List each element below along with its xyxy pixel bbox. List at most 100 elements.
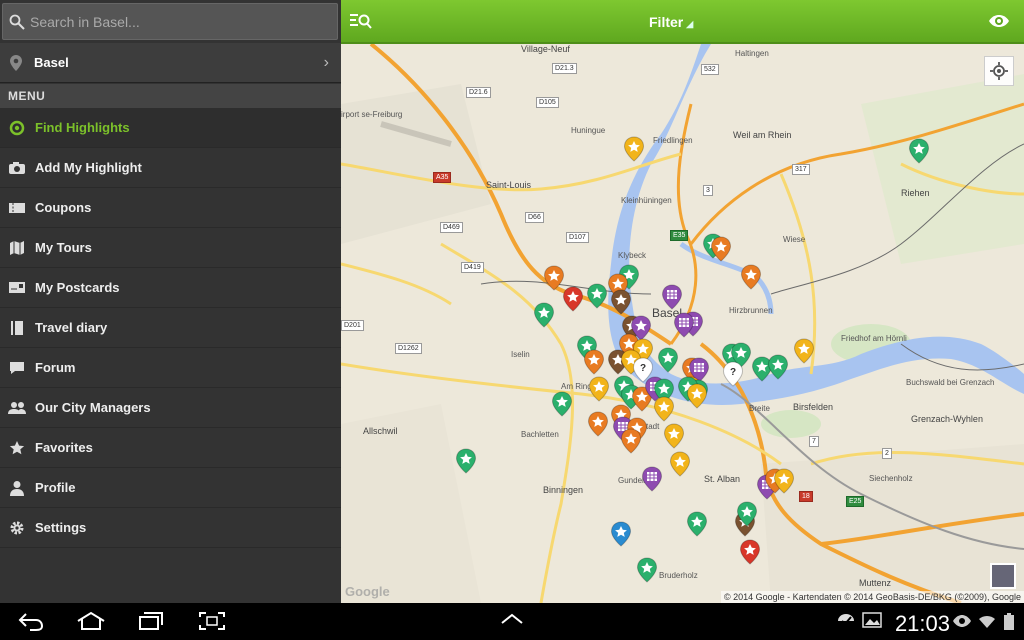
highlight-marker[interactable] [588,376,610,402]
highlight-marker[interactable] [661,284,683,310]
menu-item-label: Profile [35,480,76,495]
highlight-marker[interactable] [636,557,658,583]
highlight-marker[interactable] [686,383,708,409]
menu-header: MENU [0,84,341,108]
highlight-marker[interactable] [641,466,663,492]
menu-item-settings[interactable]: Settings [0,508,341,548]
menu-item-our-city-managers[interactable]: Our City Managers [0,388,341,428]
highlight-marker[interactable]: ? [722,361,744,387]
wifi-icon [979,615,995,628]
highlight-marker[interactable] [533,302,555,328]
highlight-marker[interactable] [551,391,573,417]
highlight-marker[interactable] [623,136,645,162]
highlight-marker[interactable] [657,347,679,373]
location-pin-icon [10,54,22,71]
menu-item-label: Travel diary [35,320,108,335]
highlight-marker[interactable] [663,423,685,449]
map-icon [8,239,26,257]
screenshot-icon[interactable] [198,611,226,636]
ticket-icon [8,199,26,217]
map-label: Village-Neuf [521,44,570,54]
battery-icon [1004,613,1014,630]
highlight-marker[interactable] [686,511,708,537]
highlight-marker[interactable] [587,411,609,437]
gear-icon [8,519,26,537]
map-toolbar: Filter ◢ [341,0,1024,44]
highlight-marker[interactable] [610,289,632,315]
chevron-up-icon[interactable] [500,611,524,632]
svg-text:?: ? [640,363,646,374]
highlight-marker[interactable] [767,354,789,380]
map-view[interactable]: Village-Neuf Saint-Louis Huningue Friedl… [341,44,1024,603]
menu-item-find-highlights[interactable]: Find Highlights [0,108,341,148]
map-label: Muttenz [859,578,892,588]
highlight-marker[interactable] [653,396,675,422]
highlight-marker[interactable] [620,428,642,454]
menu-item-profile[interactable]: Profile [0,468,341,508]
map-label: Haltingen [735,49,769,58]
highlight-marker[interactable] [562,286,584,312]
status-icons [952,613,1016,631]
postcard-icon [8,279,26,297]
menu-item-travel-diary[interactable]: Travel diary [0,308,341,348]
highlight-marker[interactable] [610,521,632,547]
road-shield: D105 [536,97,559,108]
map-label: Birsfelden [793,402,834,412]
menu-item-label: My Tours [35,240,92,255]
highlight-marker[interactable] [669,451,691,477]
eye-icon[interactable] [988,14,1010,33]
road-shield: A35 [433,172,452,183]
road-shield: D21.3 [552,63,577,74]
my-location-button[interactable] [984,56,1014,86]
map-label: Huningue [571,126,606,135]
map-label: Binningen [543,485,584,495]
menu-list: Find Highlights Add My Highlight Coupons… [0,108,341,548]
map-label: Wiese [783,235,806,244]
road-shield: D469 [440,222,463,233]
highlight-marker[interactable] [773,468,795,494]
search-icon [9,14,25,30]
road-shield: D201 [341,320,364,331]
menu-item-forum[interactable]: Forum [0,348,341,388]
list-search-icon[interactable] [349,12,373,35]
highlight-marker[interactable] [673,312,695,338]
highlight-marker[interactable] [740,264,762,290]
map-label: Friedhof am Hörnli [841,334,907,343]
location-selector[interactable]: Basel › [0,43,341,83]
highlight-marker[interactable] [583,349,605,375]
search-input[interactable] [30,13,320,30]
recent-apps-icon[interactable] [138,611,164,636]
search-bar[interactable] [2,3,338,40]
highlight-marker[interactable] [793,338,815,364]
map-label: Hirzbrunnen [729,306,773,315]
location-label: Basel [34,55,69,70]
clock: 21:03 [894,611,950,636]
sidebar: Basel › MENU Find Highlights Add My High… [0,0,341,603]
menu-item-my-tours[interactable]: My Tours [0,228,341,268]
menu-item-favorites[interactable]: Favorites [0,428,341,468]
menu-item-label: Forum [35,360,76,375]
menu-item-add-my-highlight[interactable]: Add My Highlight [0,148,341,188]
highlight-marker[interactable] [710,236,732,262]
eye-status-icon [953,615,971,627]
menu-item-coupons[interactable]: Coupons [0,188,341,228]
menu-item-label: Settings [35,520,87,535]
highlight-marker[interactable] [736,501,758,527]
map-label: Riehen [901,188,930,198]
satellite-toggle-button[interactable] [990,563,1016,589]
filter-button[interactable]: Filter ◢ [649,14,693,30]
home-icon[interactable] [76,611,106,636]
menu-item-label: Coupons [35,200,92,215]
map-label: Grenzach-Wyhlen [911,414,983,424]
highlight-marker[interactable] [739,539,761,565]
menu-item-label: Find Highlights [35,120,130,135]
highlight-marker[interactable] [586,283,608,309]
map-label: Breite [749,404,770,413]
highlight-marker[interactable] [908,138,930,164]
system-bar: 21:03 [0,603,1024,640]
filter-label: Filter [649,14,684,30]
menu-item-label: My Postcards [35,280,120,295]
back-icon[interactable] [18,611,44,636]
menu-item-my-postcards[interactable]: My Postcards [0,268,341,308]
highlight-marker[interactable] [455,448,477,474]
